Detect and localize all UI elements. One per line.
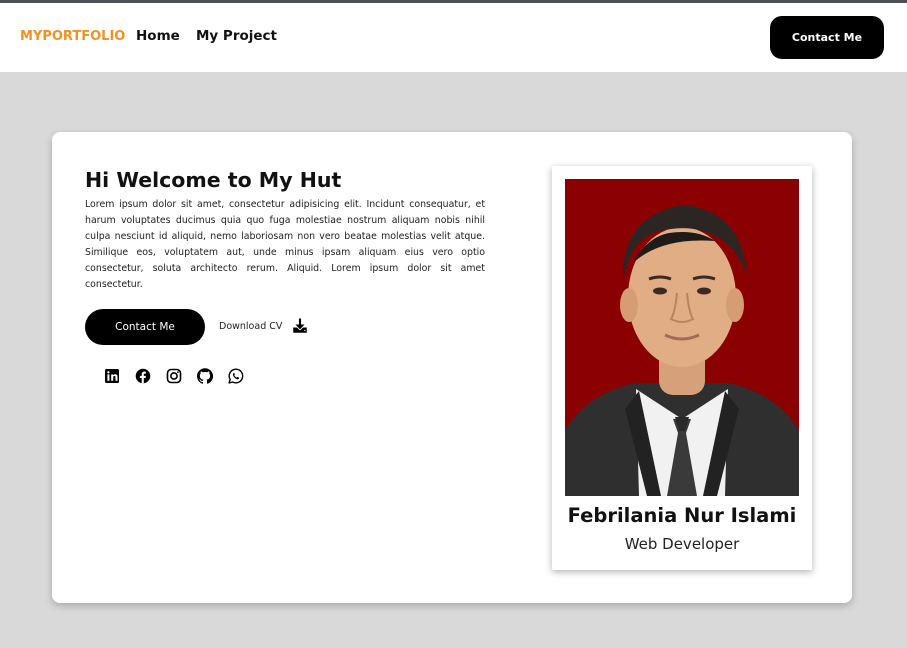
download-cv-label: Download CV [219,320,283,332]
nav-contact-button[interactable]: Contact Me [770,16,884,59]
navbar: MYPORTFOLIO Home My Project Contact Me [0,3,907,72]
github-icon[interactable] [197,368,213,384]
hero-description: Lorem ipsum dolor sit amet, consectetur … [85,199,485,290]
profile-role: Web Developer [624,535,740,553]
hero-card: Hi Welcome to My Hut Lorem ipsum dolor s… [52,132,852,603]
hero-contact-button[interactable]: Contact Me [85,309,205,345]
brand-logo[interactable]: MYPORTFOLIO [20,29,125,44]
nav-link-my-project[interactable]: My Project [196,28,277,44]
download-icon [293,318,308,333]
download-cv-link[interactable]: Download CV [219,317,309,335]
nav-link-home[interactable]: Home [136,28,180,44]
profile-photo [565,179,799,496]
linkedin-icon[interactable] [104,368,120,384]
hero-title: Hi Welcome to My Hut [85,168,342,192]
instagram-icon[interactable] [166,368,182,384]
profile-name: Febrilania Nur Islami [567,504,797,527]
whatsapp-icon[interactable] [228,368,244,384]
facebook-icon[interactable] [135,368,151,384]
social-links [104,368,259,384]
profile-card: Febrilania Nur Islami Web Developer [552,166,812,570]
